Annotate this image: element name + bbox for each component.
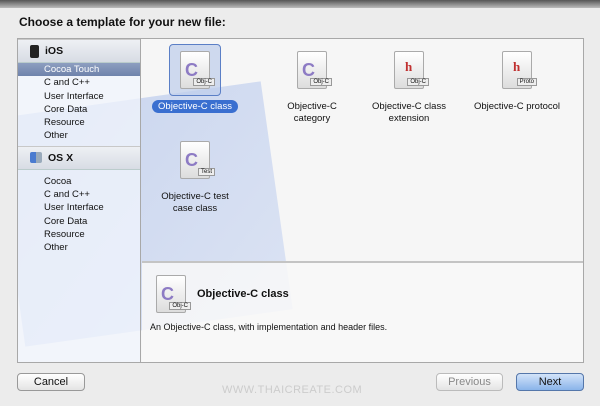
objc-file-icon: C Obj-C — [297, 51, 332, 89]
detail-description: An Objective-C class, with implementatio… — [150, 322, 388, 332]
template-label: Objective-C protocol — [473, 101, 561, 112]
template-objc-class[interactable]: C Obj-C Objective-C class — [140, 44, 250, 113]
platform-sidebar: iOS Cocoa Touch C and C++ User Interface… — [18, 39, 141, 362]
test-file-icon: C Test — [180, 141, 215, 179]
section-label: OS X — [48, 151, 74, 164]
template-chooser: iOS Cocoa Touch C and C++ User Interface… — [17, 38, 584, 363]
template-detail: C Obj-C Objective-C class An Objective-C … — [142, 261, 583, 362]
previous-button[interactable]: Previous — [436, 373, 503, 391]
sidebar-item-user-interface[interactable]: User Interface — [18, 201, 140, 214]
sidebar-item-cocoa[interactable]: Cocoa — [18, 175, 140, 188]
template-objc-protocol[interactable]: h Proto Objective-C protocol — [462, 44, 572, 113]
section-label: iOS — [45, 45, 64, 57]
section-osx: OS X — [18, 145, 140, 170]
template-grid: C Obj-C Objective-C class C Obj-C Objectiv… — [142, 39, 583, 261]
objc-file-icon: C Obj-C — [156, 275, 191, 313]
sidebar-item-c-cpp[interactable]: C and C++ — [18, 76, 140, 89]
sidebar-item-core-data[interactable]: Core Data — [18, 103, 140, 116]
sidebar-item-resource[interactable]: Resource — [18, 116, 140, 129]
sidebar-item-core-data[interactable]: Core Data — [18, 215, 140, 228]
watermark: WWW.THAICREATE.COM — [222, 384, 363, 396]
template-objc-test-case[interactable]: C Test Objective-C test case class — [140, 134, 250, 215]
template-label: Objective-C test case class — [161, 191, 229, 214]
template-label: Objective-C category — [287, 101, 337, 124]
finder-icon — [30, 152, 42, 164]
header-file-icon: h Obj-C — [394, 51, 429, 89]
section-ios: iOS — [18, 39, 140, 63]
protocol-file-icon: h Proto — [502, 51, 537, 89]
window-toolbar — [0, 0, 600, 8]
objc-file-icon: C Obj-C — [180, 51, 215, 89]
next-button[interactable]: Next — [516, 373, 584, 391]
sidebar-item-other[interactable]: Other — [18, 129, 140, 142]
sidebar-item-cocoa-touch[interactable]: Cocoa Touch — [18, 63, 140, 77]
template-objc-category[interactable]: C Obj-C Objective-C category — [257, 44, 367, 125]
template-objc-class-extension[interactable]: h Obj-C Objective-C class extension — [354, 44, 464, 125]
sidebar-item-other[interactable]: Other — [18, 241, 140, 254]
template-label: Objective-C class extension — [372, 101, 446, 124]
sidebar-item-user-interface[interactable]: User Interface — [18, 90, 140, 103]
detail-title: Objective-C class — [197, 288, 289, 300]
template-label: Objective-C class — [152, 100, 238, 113]
iphone-icon — [30, 44, 39, 58]
dialog-title: Choose a template for your new file: — [19, 15, 226, 29]
sidebar-item-resource[interactable]: Resource — [18, 228, 140, 241]
cancel-button[interactable]: Cancel — [17, 373, 85, 391]
sidebar-item-c-cpp[interactable]: C and C++ — [18, 188, 140, 201]
